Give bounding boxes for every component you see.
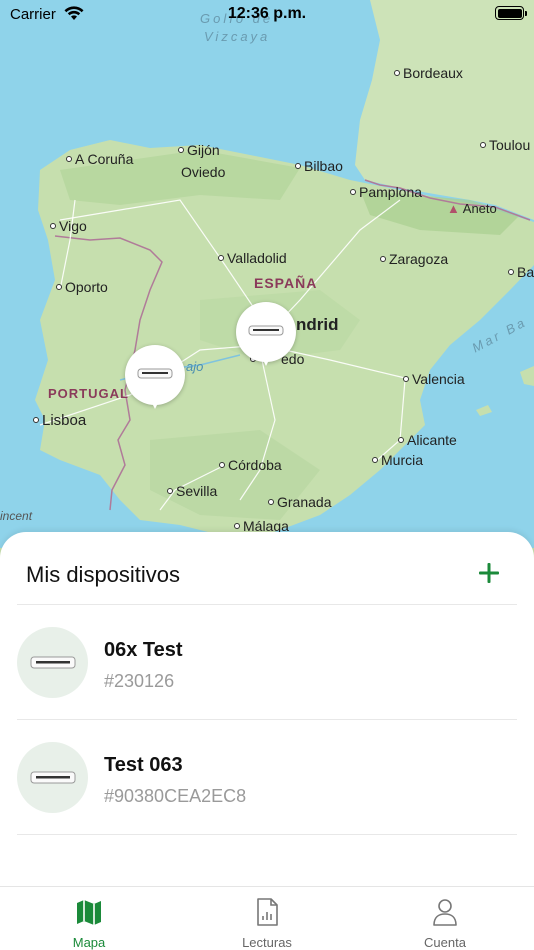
device-serial: #230126 [104, 671, 175, 691]
map-label-alicante: Alicante [398, 433, 457, 447]
map-label-vizcaya: Vizcaya [204, 29, 271, 44]
device-name: 06x Test [104, 639, 183, 661]
device-list-item[interactable]: Test 063 #90380CEA2EC8 [0, 720, 534, 835]
map-label-madrid: ndrid [296, 315, 339, 334]
device-map-pin[interactable] [125, 345, 185, 413]
device-icon [30, 771, 76, 784]
map-label-toulouse: Toulou [480, 138, 530, 152]
status-time: 12:36 p.m. [227, 5, 307, 22]
tab-mapa[interactable]: Mapa [0, 887, 178, 950]
map-label-oviedo: Oviedo [181, 164, 226, 180]
map-label-sevilla: Sevilla [167, 484, 217, 498]
tab-bar: Mapa Lecturas Cuenta [0, 886, 534, 950]
person-icon [433, 899, 457, 926]
device-icon [248, 325, 284, 336]
tab-label: Lecturas [242, 935, 292, 950]
map-label-lisboa: Lisboa [33, 413, 86, 428]
device-list-item[interactable]: 06x Test #230126 [0, 605, 534, 720]
divider [17, 834, 517, 835]
map-label-murcia: Murcia [372, 453, 423, 467]
device-icon [137, 368, 173, 379]
report-icon [257, 898, 278, 926]
device-name: Test 063 [104, 754, 183, 776]
map-label-acoruna: A Coruña [66, 152, 133, 166]
map-label-valladolid: Valladolid [218, 251, 287, 265]
device-serial: #90380CEA2EC8 [104, 786, 247, 806]
map-label-portugal: PORTUGAL [48, 386, 129, 401]
sheet-header: Mis dispositivos [0, 532, 534, 605]
map-view[interactable]: Golfo de Vizcaya Bordeaux Toulou A Coruñ… [0, 0, 534, 560]
battery-icon [495, 6, 527, 20]
tab-cuenta[interactable]: Cuenta [356, 887, 534, 950]
map-label-valencia: Valencia [403, 372, 465, 386]
device-avatar [17, 742, 88, 813]
map-label-barcelona: Ba [508, 265, 534, 279]
map-label-cordoba: Córdoba [219, 458, 282, 472]
device-avatar [17, 627, 88, 698]
map-label-aneto: ▲ Aneto [447, 201, 497, 216]
map-label-bilbao: Bilbao [295, 159, 343, 173]
map-label-zaragoza: Zaragoza [380, 252, 448, 266]
tab-lecturas[interactable]: Lecturas [178, 887, 356, 950]
map-label-vigo: Vigo [50, 219, 87, 233]
device-icon [30, 656, 76, 669]
map-label-oporto: Oporto [56, 280, 108, 294]
map-label-tajo: ajo [186, 359, 204, 374]
map-label-granada: Granada [268, 495, 331, 509]
tab-label: Mapa [72, 935, 106, 950]
map-label-bordeaux: Bordeaux [394, 66, 463, 80]
add-device-button[interactable] [474, 558, 504, 588]
map-label-espana: ESPAÑA [254, 275, 318, 291]
map-label-pamplona: Pamplona [350, 185, 422, 199]
map-label-cabo-vicente: incent [0, 509, 33, 523]
status-bar: Carrier 12:36 p.m. [0, 0, 534, 30]
tab-label: Cuenta [424, 935, 466, 950]
map-label-gijon: Gijón [178, 143, 220, 157]
map-label-malaga: Málaga [234, 519, 289, 533]
map-icon [77, 900, 101, 925]
device-map-pin[interactable] [236, 302, 296, 370]
sheet-title: Mis dispositivos [26, 562, 181, 587]
